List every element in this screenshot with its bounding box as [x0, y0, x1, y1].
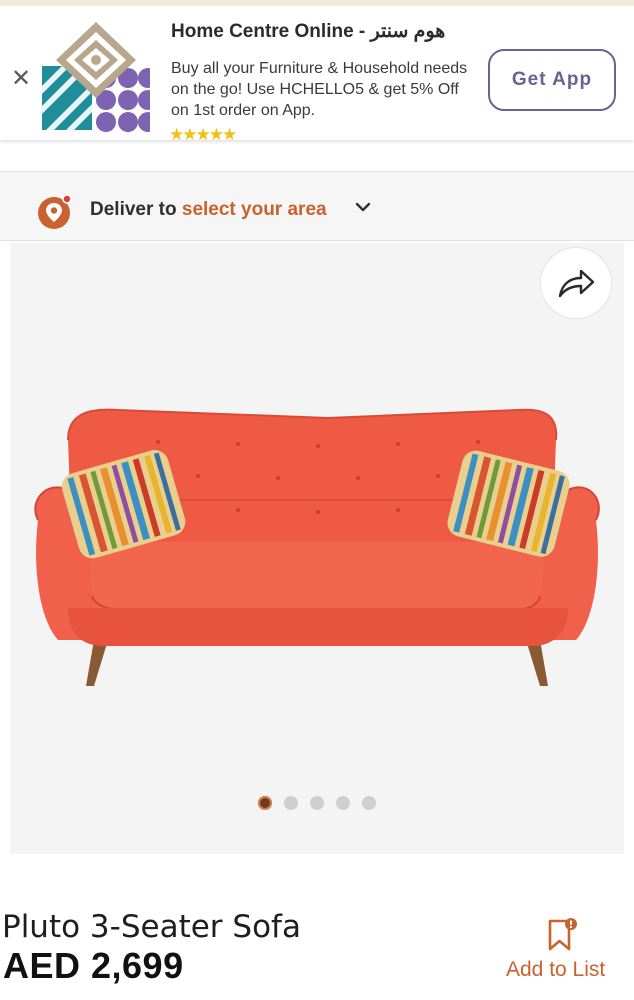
product-price: AED 2,699 — [3, 945, 184, 986]
gallery-dot-2[interactable] — [284, 796, 298, 810]
close-icon[interactable]: ✕ — [9, 67, 33, 91]
gallery-dot-5[interactable] — [362, 796, 376, 810]
product-page: ✕ Home Centre Online - هوم سنتر Buy all — [0, 0, 634, 1000]
chevron-down-icon[interactable] — [354, 198, 372, 216]
deliver-to-prefix: Deliver to — [90, 199, 182, 220]
gallery-pagination — [258, 796, 382, 810]
gallery-dot-1[interactable] — [258, 796, 272, 810]
home-centre-logo — [42, 22, 150, 132]
gallery-dot-3[interactable] — [310, 796, 324, 810]
select-area-link[interactable]: select your area — [182, 199, 327, 220]
add-to-list-label: Add to List — [506, 958, 606, 981]
location-pin-icon — [38, 194, 72, 229]
rating-stars: ★★★★★ — [169, 125, 237, 144]
banner-description: Buy all your Furniture & Household needs… — [171, 60, 468, 119]
bookmark-icon — [548, 918, 577, 951]
gallery-dot-4[interactable] — [336, 796, 350, 810]
product-image-sofa — [34, 408, 600, 686]
product-title: Pluto 3-Seater Sofa — [2, 909, 301, 945]
banner-app-name: Home Centre Online - هوم سنتر — [171, 21, 446, 42]
share-icon — [558, 269, 595, 298]
deliver-to-bar[interactable]: Deliver to select your area — [0, 171, 634, 241]
share-button[interactable] — [540, 247, 612, 319]
deliver-to-text: Deliver to select your area — [90, 199, 327, 221]
app-install-banner: ✕ Home Centre Online - هوم سنتر Buy all — [0, 0, 634, 144]
get-app-button[interactable]: Get App — [488, 49, 616, 111]
add-to-list-button[interactable]: Add to List — [500, 913, 628, 987]
